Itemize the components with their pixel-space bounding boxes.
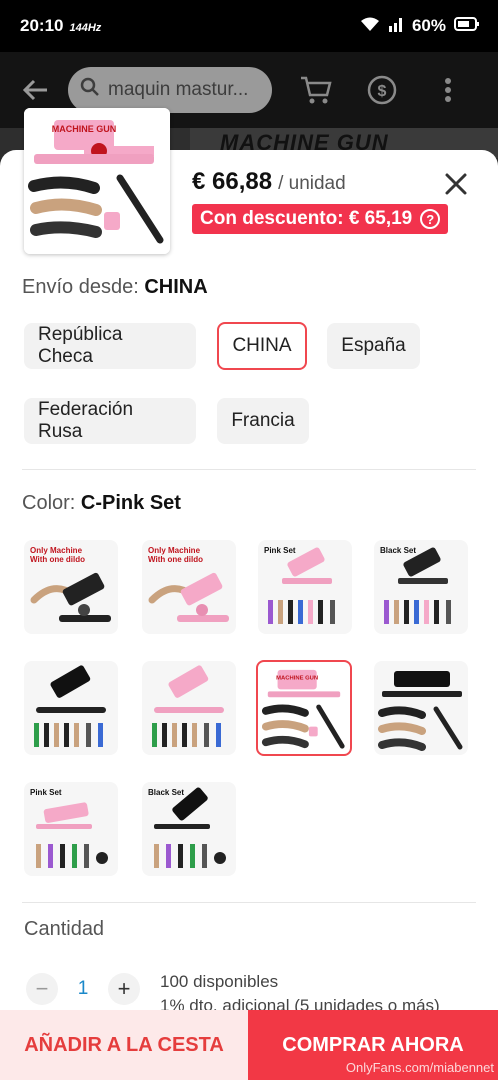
add-to-cart-button[interactable]: AÑADIR A LA CESTA xyxy=(0,1010,248,1080)
price-unit: / unidad xyxy=(278,173,346,194)
quantity-value[interactable]: 1 xyxy=(72,978,94,1000)
color-swatch-black-set-2[interactable]: Black Set xyxy=(142,782,236,876)
swatch-tag: MACHINE GUN xyxy=(276,676,318,682)
color-swatch-pink-set-2[interactable]: Pink Set xyxy=(24,782,118,876)
ship-option-czech[interactable]: República Checa xyxy=(24,323,196,369)
svg-text:$: $ xyxy=(378,83,387,100)
quantity-decrement-button[interactable]: − xyxy=(26,973,58,1005)
color-label: Color: C-Pink Set xyxy=(22,492,181,514)
color-value: C-Pink Set xyxy=(80,492,181,514)
battery-icon xyxy=(454,16,480,36)
status-bar: 20:10 144Hz 60% xyxy=(0,0,498,52)
search-text: maquin mastur... xyxy=(108,79,249,100)
watermark: OnlyFans.com/miabennet xyxy=(345,1060,494,1075)
info-icon[interactable]: ? xyxy=(420,209,441,229)
search-icon xyxy=(80,77,100,103)
color-swatch-black-set[interactable]: Black Set xyxy=(374,540,468,634)
refresh-unit: Hz xyxy=(87,22,102,34)
divider xyxy=(22,902,476,903)
discount-badge: Con descuento: € 65,19 ? xyxy=(192,204,449,234)
discount-label: Con descuento: € 65,19 xyxy=(200,208,413,229)
ship-option-spain[interactable]: España xyxy=(327,323,420,369)
more-menu-icon[interactable] xyxy=(426,68,470,112)
stock-count: 100 disponibles xyxy=(160,972,279,991)
color-swatch-pink-kit[interactable] xyxy=(142,661,236,755)
refresh-rate: 144 xyxy=(69,22,88,34)
ship-option-china[interactable]: CHINA xyxy=(217,322,307,370)
color-swatch-pink-machine[interactable]: Only Machine With one dildo xyxy=(142,540,236,634)
clock: 20:10 xyxy=(20,16,64,35)
divider xyxy=(22,469,476,470)
signal-icon xyxy=(388,16,404,37)
wifi-icon xyxy=(360,16,380,37)
search-input[interactable]: maquin mastur... xyxy=(68,67,272,113)
ship-option-russia[interactable]: Federación Rusa xyxy=(24,398,196,444)
color-swatch-black-machine[interactable]: Only Machine With one dildo xyxy=(24,540,118,634)
close-icon[interactable] xyxy=(440,168,472,200)
back-arrow-icon[interactable] xyxy=(18,72,54,108)
price-row: € 66,88 / unidad xyxy=(192,168,346,196)
shipping-label: Envío desde: CHINA xyxy=(22,276,208,298)
product-thumbnail: MACHINE GUN xyxy=(24,108,170,254)
ship-option-france[interactable]: Francia xyxy=(217,398,309,444)
quantity-label: Cantidad xyxy=(24,918,105,940)
color-swatch-c-black-set[interactable] xyxy=(374,661,468,755)
color-swatch-pink-set[interactable]: Pink Set xyxy=(258,540,352,634)
price-alert-icon[interactable]: $ xyxy=(360,68,404,112)
svg-text:MACHINE GUN: MACHINE GUN xyxy=(52,124,117,134)
price: € 66,88 xyxy=(192,168,273,195)
color-swatch-c-pink-set[interactable]: MACHINE GUN xyxy=(256,660,352,756)
battery-percent: 60% xyxy=(411,16,446,35)
cart-icon[interactable] xyxy=(294,68,338,112)
color-swatch-black-kit[interactable] xyxy=(24,661,118,755)
shipping-value: CHINA xyxy=(144,276,208,298)
quantity-increment-button[interactable]: + xyxy=(108,973,140,1005)
